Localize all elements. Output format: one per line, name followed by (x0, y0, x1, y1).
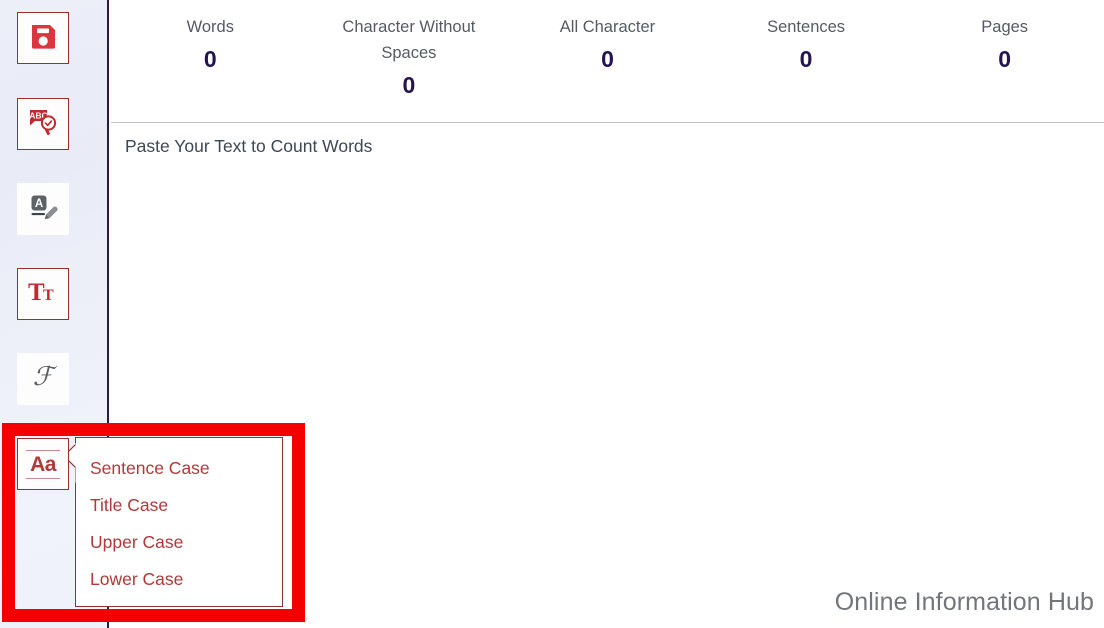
editor-placeholder: Paste Your Text to Count Words (125, 136, 373, 156)
change-case-icon: Aa (26, 449, 60, 479)
stat-label: Pages (981, 18, 1029, 36)
stats-bar: Words 0 Character Without Spaces 0 All C… (111, 0, 1104, 122)
stat-value: 0 (203, 46, 217, 72)
stat-value: 0 (402, 72, 416, 98)
stat-label: Character Without Spaces (342, 18, 476, 62)
font-size-button[interactable]: T T (17, 268, 69, 320)
change-case-button[interactable]: Aa (17, 438, 69, 490)
case-option-upper-case[interactable]: Upper Case (90, 532, 183, 553)
stat-value: 0 (998, 46, 1012, 72)
save-icon (28, 21, 58, 56)
stat-pages: Pages 0 (905, 0, 1104, 122)
case-option-title-case[interactable]: Title Case (90, 495, 168, 516)
stat-all-characters: All Character 0 (508, 0, 707, 122)
save-button[interactable] (17, 12, 69, 64)
case-option-sentence-case[interactable]: Sentence Case (90, 458, 210, 479)
stat-label: All Character (559, 18, 656, 36)
stat-characters-without-spaces: Character Without Spaces 0 (310, 0, 509, 122)
stat-words: Words 0 (111, 0, 310, 122)
font-style-button[interactable]: ℱ (17, 353, 69, 405)
case-option-lower-case[interactable]: Lower Case (90, 569, 183, 590)
font-style-icon: ℱ (27, 361, 59, 398)
stat-label: Words (186, 18, 234, 36)
stat-value: 0 (799, 46, 813, 72)
brand-watermark: Online Information Hub (834, 588, 1094, 616)
change-case-dropdown[interactable]: Sentence Case Title Case Upper Case Lowe… (75, 437, 283, 607)
edit-text-button[interactable]: A (17, 183, 69, 235)
stat-label: Sentences (767, 18, 846, 36)
spell-check-icon: ABC (27, 106, 59, 143)
font-size-icon: T T (26, 277, 60, 312)
svg-text:T: T (43, 287, 54, 304)
spell-check-button[interactable]: ABC (17, 98, 69, 150)
stat-value: 0 (601, 46, 614, 72)
edit-text-icon: A (27, 191, 59, 228)
stat-sentences: Sentences 0 (707, 0, 906, 122)
svg-text:A: A (35, 198, 43, 210)
svg-text:ℱ: ℱ (33, 362, 58, 391)
